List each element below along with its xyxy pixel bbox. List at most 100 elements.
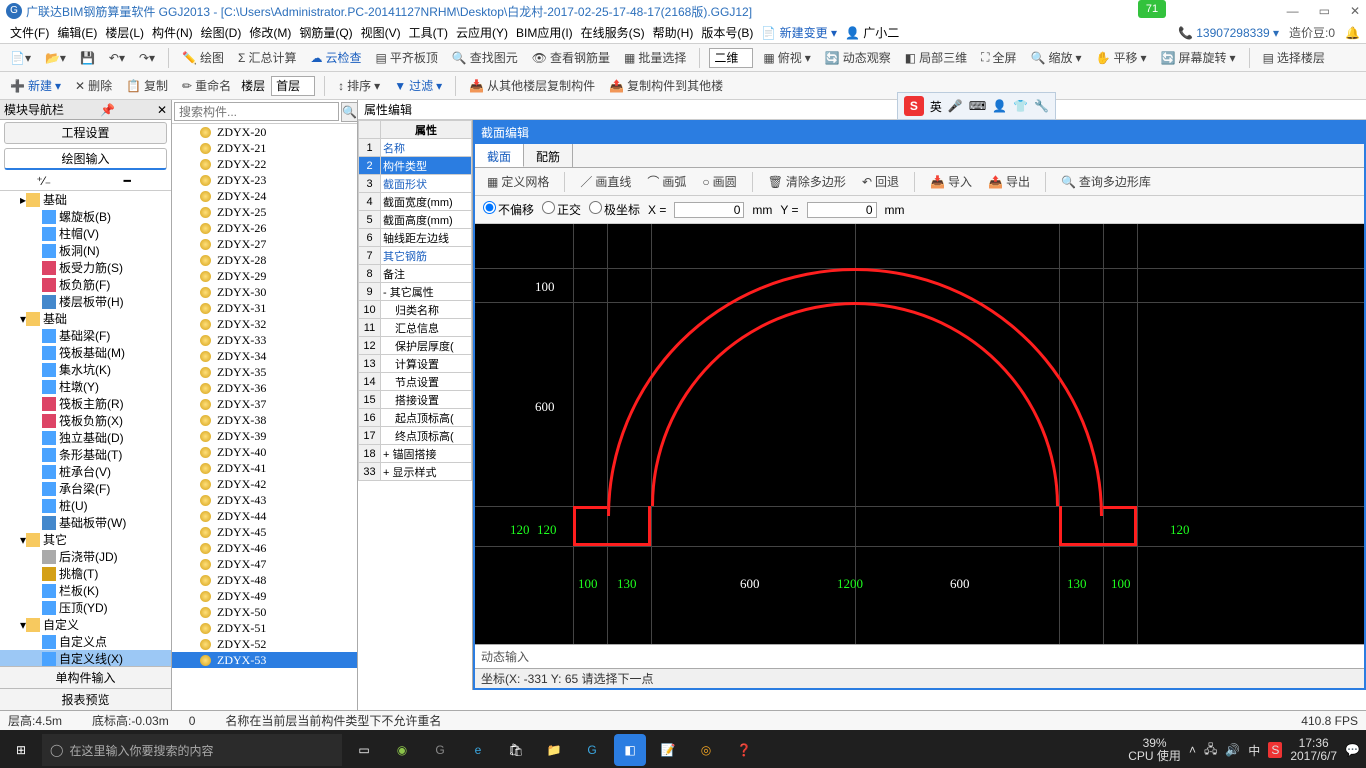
menu-bim[interactable]: BIM应用(I) xyxy=(512,24,577,41)
tree-item[interactable]: 独立基础(D) xyxy=(0,429,171,446)
list-item[interactable]: ZDYX-52 xyxy=(172,636,357,652)
prop-row[interactable]: 13计算设置 xyxy=(359,355,472,373)
tree-item[interactable]: 自定义线(X) xyxy=(0,650,171,666)
dynamic-input-bar[interactable]: 动态输入 xyxy=(475,644,1364,668)
list-item[interactable]: ZDYX-44 xyxy=(172,508,357,524)
tree-group[interactable]: ▾ 其它 xyxy=(0,531,171,548)
opt-ortho[interactable]: 正交 xyxy=(542,201,581,218)
menu-help[interactable]: 帮助(H) xyxy=(649,24,698,41)
x-input[interactable] xyxy=(674,202,744,218)
tray-clock[interactable]: 17:362017/6/7 xyxy=(1290,737,1337,763)
tab-rebar[interactable]: 配筋 xyxy=(524,144,573,167)
tree-item[interactable]: 桩(U) xyxy=(0,497,171,514)
tree-item[interactable]: 基础梁(F) xyxy=(0,327,171,344)
list-item[interactable]: ZDYX-26 xyxy=(172,220,357,236)
prop-row[interactable]: 7其它钢筋 xyxy=(359,247,472,265)
prop-row[interactable]: 3截面形状 xyxy=(359,175,472,193)
import-button[interactable]: 📥 导入 xyxy=(926,171,976,192)
ime-tool-icon[interactable]: 🔧 xyxy=(1034,99,1049,113)
app-icon-4[interactable]: ◧ xyxy=(614,734,646,766)
list-item[interactable]: ZDYX-32 xyxy=(172,316,357,332)
tree-item[interactable]: 基础板带(W) xyxy=(0,514,171,531)
draw-circle-button[interactable]: ○ 画圆 xyxy=(698,171,740,192)
list-item[interactable]: ZDYX-30 xyxy=(172,284,357,300)
single-input-button[interactable]: 单构件输入 xyxy=(0,666,171,688)
list-item[interactable]: ZDYX-45 xyxy=(172,524,357,540)
list-item[interactable]: ZDYX-25 xyxy=(172,204,357,220)
tree-item[interactable]: 板负筋(F) xyxy=(0,276,171,293)
tree-item[interactable]: 螺旋板(B) xyxy=(0,208,171,225)
query-polygon-button[interactable]: 🔍 查询多边形库 xyxy=(1057,171,1155,192)
list-item[interactable]: ZDYX-51 xyxy=(172,620,357,636)
copy-to-floor-button[interactable]: 📤 复制构件到其他楼 xyxy=(605,75,727,96)
ime-voice-icon[interactable]: 🎤 xyxy=(948,99,963,113)
clear-polygon-button[interactable]: 🗑 清除多边形 xyxy=(764,171,850,192)
align-top-button[interactable]: ▤ 平齐板顶 xyxy=(371,47,441,68)
undo-icon[interactable]: ↶▾ xyxy=(105,49,129,67)
list-item[interactable]: ZDYX-46 xyxy=(172,540,357,556)
tray-up-icon[interactable]: ˄ xyxy=(1189,743,1196,757)
tree-group[interactable]: ▾ 基础 xyxy=(0,310,171,327)
user-label[interactable]: 👤 广小二 xyxy=(841,24,903,41)
menu-edit[interactable]: 编辑(E) xyxy=(53,24,101,41)
pan-button[interactable]: ✋ 平移▾ xyxy=(1092,47,1151,68)
app-icon-7[interactable]: ❓ xyxy=(728,734,760,766)
undo-polygon-button[interactable]: ↶ 回退 xyxy=(858,171,903,192)
list-item[interactable]: ZDYX-49 xyxy=(172,588,357,604)
minimize-icon[interactable]: — xyxy=(1287,4,1299,18)
prop-row[interactable]: 33+ 显示样式 xyxy=(359,463,472,481)
list-item[interactable]: ZDYX-53 xyxy=(172,652,357,668)
new-file-icon[interactable]: 📄▾ xyxy=(6,49,35,67)
local-3d-button[interactable]: ◧ 局部三维 xyxy=(901,47,971,68)
list-item[interactable]: ZDYX-34 xyxy=(172,348,357,364)
close-icon[interactable]: ✕ xyxy=(1350,4,1360,18)
select-floor-button[interactable]: ▤ 选择楼层 xyxy=(1259,47,1329,68)
list-item[interactable]: ZDYX-31 xyxy=(172,300,357,316)
tree-item[interactable]: 筏板主筋(R) xyxy=(0,395,171,412)
app-icon-3[interactable]: G xyxy=(576,734,608,766)
open-icon[interactable]: 📂▾ xyxy=(41,49,70,67)
view-mode-select[interactable]: 二维 xyxy=(709,48,753,68)
menu-online[interactable]: 在线服务(S) xyxy=(577,24,649,41)
menu-cloud[interactable]: 云应用(Y) xyxy=(452,24,512,41)
tree-item[interactable]: 栏板(K) xyxy=(0,582,171,599)
prop-row[interactable]: 14节点设置 xyxy=(359,373,472,391)
list-item[interactable]: ZDYX-22 xyxy=(172,156,357,172)
edge-icon[interactable]: e xyxy=(462,734,494,766)
tree-item[interactable]: 桩承台(V) xyxy=(0,463,171,480)
copy-from-floor-button[interactable]: 📥 从其他楼层复制构件 xyxy=(465,75,599,96)
prop-row[interactable]: 16起点顶标高( xyxy=(359,409,472,427)
tree-group[interactable]: ▾ 自定义 xyxy=(0,616,171,633)
view-rebar-button[interactable]: 👁 查看钢筋量 xyxy=(528,47,614,68)
mode-expand-icon[interactable]: ⁺⁄₋ xyxy=(4,174,84,188)
list-item[interactable]: ZDYX-29 xyxy=(172,268,357,284)
tree-item[interactable]: 后浇带(JD) xyxy=(0,548,171,565)
fullscreen-button[interactable]: ⛶ 全屏 xyxy=(977,47,1020,68)
tree-item[interactable]: 条形基础(T) xyxy=(0,446,171,463)
prop-row[interactable]: 4截面宽度(mm) xyxy=(359,193,472,211)
define-grid-button[interactable]: ▦ 定义网格 xyxy=(483,171,553,192)
list-item[interactable]: ZDYX-48 xyxy=(172,572,357,588)
opt-polar[interactable]: 极坐标 xyxy=(589,201,640,218)
delete-button[interactable]: ✕ 删除 xyxy=(71,75,116,96)
list-item[interactable]: ZDYX-21 xyxy=(172,140,357,156)
save-icon[interactable]: 💾 xyxy=(76,49,99,67)
app-icon-5[interactable]: 📝 xyxy=(652,734,684,766)
tree-item[interactable]: 筏板基础(M) xyxy=(0,344,171,361)
ime-toolbar[interactable]: S 英 🎤 ⌨ 👤 👕 🔧 xyxy=(897,92,1056,120)
export-button[interactable]: 📤 导出 xyxy=(984,171,1034,192)
ime-skin-icon[interactable]: 👕 xyxy=(1013,99,1028,113)
tree-item[interactable]: 筏板负筋(X) xyxy=(0,412,171,429)
copy-button[interactable]: 📋 复制 xyxy=(122,75,172,96)
sum-button[interactable]: Σ 汇总计算 xyxy=(234,47,300,68)
list-item[interactable]: ZDYX-39 xyxy=(172,428,357,444)
tab-project-settings[interactable]: 工程设置 xyxy=(4,122,167,144)
prop-row[interactable]: 8备注 xyxy=(359,265,472,283)
menu-tools[interactable]: 工具(T) xyxy=(405,24,452,41)
new-change-button[interactable]: 📄 新建变更 ▾ xyxy=(757,24,841,41)
tree-item[interactable]: 承台梁(F) xyxy=(0,480,171,497)
list-item[interactable]: ZDYX-42 xyxy=(172,476,357,492)
tree-item[interactable]: 柱帽(V) xyxy=(0,225,171,242)
tree-item[interactable]: 集水坑(K) xyxy=(0,361,171,378)
draw-arc-button[interactable]: ⌒ 画弧 xyxy=(643,171,690,192)
